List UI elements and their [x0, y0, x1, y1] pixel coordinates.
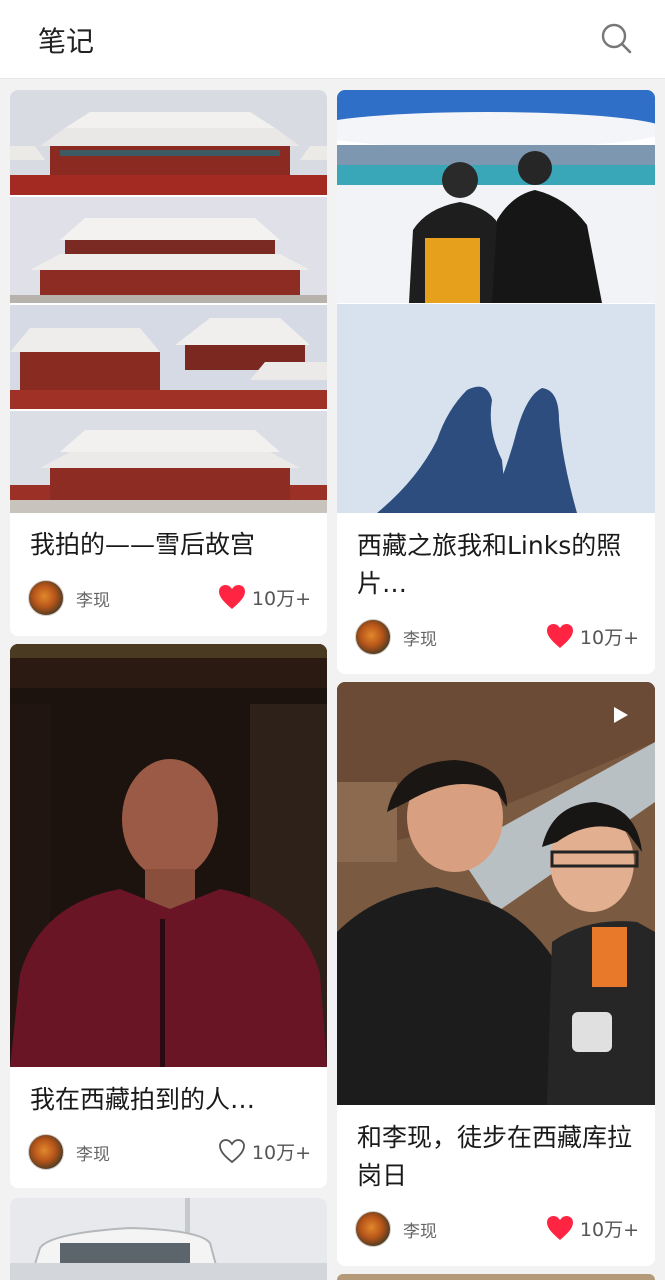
- avatar[interactable]: [355, 619, 391, 655]
- like-button[interactable]: 10万+: [546, 1211, 639, 1245]
- top-bar: 笔记: [0, 0, 665, 79]
- note-cover-image: [10, 90, 327, 513]
- note-cover-image: [337, 1274, 655, 1280]
- note-title: 我拍的——雪后故宫: [30, 530, 256, 559]
- avatar[interactable]: [28, 580, 64, 616]
- avatar[interactable]: [355, 1211, 391, 1247]
- note-title: 西藏之旅我和Links的照片…: [357, 531, 622, 598]
- video-play-icon: [614, 707, 628, 723]
- note-cover-image: [337, 682, 655, 1105]
- note-title: 和李现，徒步在西藏库拉岗日: [357, 1123, 633, 1190]
- author-name: 李现: [76, 591, 110, 611]
- note-meta: 李现 10万+: [28, 580, 311, 616]
- note-card[interactable]: 和李现，徒步在西藏库拉岗日 李现 10万+: [337, 682, 655, 1266]
- note-card[interactable]: 我拍的——雪后故宫 李现 10万+: [10, 90, 327, 636]
- like-button[interactable]: 10万+: [218, 1134, 311, 1168]
- note-title: 我在西藏拍到的人…: [30, 1085, 256, 1114]
- avatar[interactable]: [28, 1134, 64, 1170]
- heart-filled-icon: [546, 1216, 573, 1240]
- author-name: 李现: [403, 1222, 437, 1242]
- like-count: 10万+: [579, 1218, 639, 1241]
- author-name: 李现: [403, 630, 437, 650]
- page-title: 笔记: [38, 25, 95, 58]
- heart-filled-icon: [218, 585, 245, 609]
- like-button[interactable]: 10万+: [218, 580, 311, 614]
- note-cover-image: [337, 90, 655, 513]
- like-count: 10万+: [251, 1141, 311, 1164]
- note-card[interactable]: 我在西藏拍到的人… 李现 10万+: [10, 644, 327, 1188]
- note-meta: 李现 10万+: [28, 1134, 311, 1170]
- author-name: 李现: [76, 1145, 110, 1165]
- search-icon[interactable]: [600, 22, 632, 54]
- note-meta: 李现 10万+: [355, 1211, 639, 1247]
- note-meta: 李现 10万+: [355, 619, 639, 655]
- like-button[interactable]: 10万+: [546, 619, 639, 653]
- note-cover-image: [10, 644, 327, 1067]
- heart-outline-icon: [218, 1139, 245, 1164]
- like-count: 10万+: [579, 626, 639, 649]
- like-count: 10万+: [251, 587, 311, 610]
- note-card[interactable]: [337, 1274, 655, 1280]
- heart-filled-icon: [546, 624, 573, 648]
- note-cover-image: [10, 1198, 327, 1280]
- note-card[interactable]: 西藏之旅我和Links的照片… 李现 10万+: [337, 90, 655, 674]
- note-card[interactable]: [10, 1198, 327, 1280]
